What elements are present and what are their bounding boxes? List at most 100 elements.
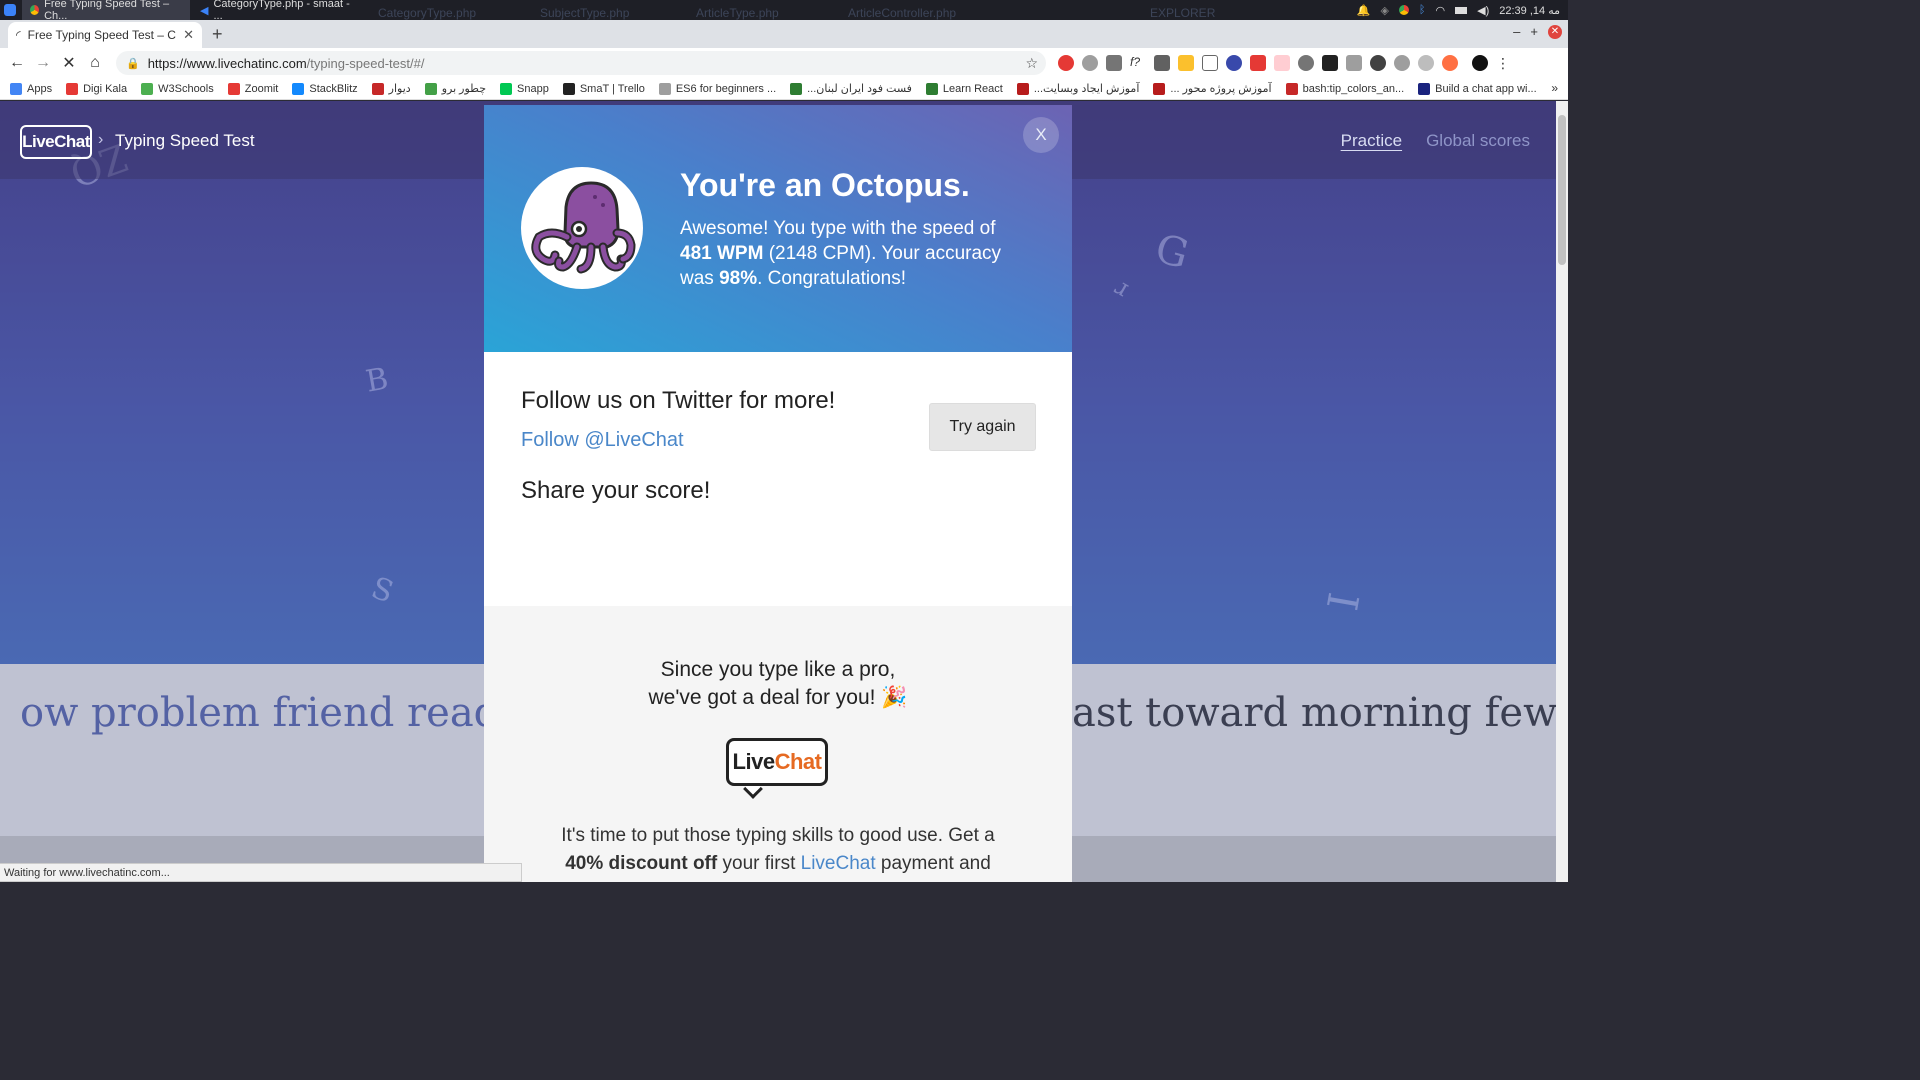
result-summary: Awesome! You type with the speed of 481 … (680, 216, 1030, 291)
close-tab-icon[interactable]: ✕ (183, 27, 194, 43)
extension-icon[interactable] (1154, 55, 1170, 71)
os-taskbar-tab-chrome[interactable]: Free Typing Speed Test – Ch... (22, 0, 190, 22)
browser-toolbar: ← → ✕ ⌂ 🔒 https://www.livechatinc.com/ty… (0, 48, 1568, 78)
bookmark-item[interactable]: W3Schools (141, 82, 214, 95)
bookmarks-overflow-icon[interactable]: » (1551, 81, 1558, 95)
youtube-extension-icon[interactable] (1250, 55, 1266, 71)
deal-headline-1: Since you type like a pro, (660, 658, 896, 681)
deal-logo-live: Live (732, 749, 776, 774)
extension-icon[interactable] (1106, 55, 1122, 71)
bookmark-item[interactable]: Digi Kala (66, 82, 128, 95)
deal-livechat-link[interactable]: LiveChat (801, 853, 876, 874)
chrome-tray-icon[interactable] (1398, 5, 1409, 15)
extension-icon[interactable] (1226, 55, 1242, 71)
floating-letter: I (1316, 589, 1368, 614)
bookmark-item[interactable]: Apps (10, 82, 52, 95)
bookmark-item[interactable]: چطور برو (424, 82, 486, 95)
os-menu-icon[interactable] (4, 4, 16, 16)
battery-icon[interactable] (1455, 6, 1468, 14)
floating-letter: ɹ (1109, 271, 1135, 303)
deal-headline-2: we've got a deal for you! 🎉 (648, 686, 908, 709)
bookmark-label: ES6 for beginners ... (675, 82, 777, 95)
profile-avatar-icon[interactable] (1472, 55, 1488, 71)
bookmark-item[interactable]: bash:tip_colors_an... (1285, 82, 1405, 95)
scrollbar-thumb[interactable] (1558, 115, 1566, 265)
extension-icon[interactable] (1082, 55, 1098, 71)
bookmark-favicon-icon (66, 82, 79, 95)
minimize-icon[interactable]: – (1513, 24, 1520, 39)
floating-letter: G (1150, 225, 1194, 279)
bookmark-star-icon[interactable]: ☆ (1025, 55, 1038, 72)
deal-discount: 40% discount off (565, 853, 718, 874)
address-bar[interactable]: 🔒 https://www.livechatinc.com/typing-spe… (116, 51, 1046, 75)
bluetooth-icon[interactable]: ᛒ (1419, 4, 1426, 16)
wifi-icon[interactable]: ◠ (1436, 4, 1446, 17)
result-header: X You're an Octopus. Awesome! You type w… (484, 105, 1072, 352)
bookmark-label: Zoomit (244, 82, 279, 95)
bookmark-favicon-icon (1285, 82, 1298, 95)
gear-extension-icon[interactable] (1298, 55, 1314, 71)
bookmark-item[interactable]: SmaT | Trello (562, 82, 645, 95)
ghost-label: EXPLORER (1150, 6, 1216, 20)
stop-icon[interactable]: ✕ (56, 53, 82, 73)
page-scrollbar[interactable] (1556, 101, 1568, 882)
try-again-button[interactable]: Try again (929, 403, 1036, 451)
notification-icon[interactable]: ◈ (1380, 4, 1388, 17)
bookmark-item[interactable]: StackBlitz (292, 82, 358, 95)
back-icon[interactable]: ← (4, 54, 30, 72)
site-title[interactable]: Typing Speed Test (115, 131, 255, 151)
os-taskbar-tab-label: CategoryType.php - smaat - ... (213, 0, 350, 22)
formula-extension-icon[interactable]: f? (1130, 55, 1146, 71)
bookmark-item[interactable]: ES6 for beginners ... (658, 82, 777, 95)
browser-tab-title: Free Typing Speed Test – Check (27, 28, 176, 42)
bookmark-item[interactable]: ... آموزش پروژه محور (1153, 82, 1272, 95)
bookmark-favicon-icon (500, 82, 513, 95)
volume-icon[interactable]: ◀) (1477, 4, 1489, 17)
nav-global-scores-link[interactable]: Global scores (1426, 131, 1530, 151)
extension-icon[interactable] (1442, 55, 1458, 71)
extension-icon[interactable] (1418, 55, 1434, 71)
bookmark-item[interactable]: ...آموزش ایجاد وبسایت (1016, 82, 1139, 95)
vue-extension-icon[interactable] (1346, 55, 1362, 71)
share-title: Share your score! (521, 477, 711, 504)
extension-icon[interactable] (1370, 55, 1386, 71)
deal-text-1: It's time to put those typing skills to … (561, 825, 995, 846)
maximize-icon[interactable]: + (1530, 24, 1538, 39)
extension-icon[interactable] (1394, 55, 1410, 71)
chrome-menu-icon[interactable]: ⋮ (1496, 55, 1510, 71)
octopus-avatar (521, 167, 643, 289)
extension-icon[interactable] (1202, 55, 1218, 71)
bookmark-item[interactable]: Zoomit (227, 82, 279, 95)
bookmark-favicon-icon (790, 82, 803, 95)
bookmark-label: SmaT | Trello (579, 82, 645, 95)
cpm-value: (2148 CPM). Your accuracy (768, 243, 1002, 264)
bookmark-item[interactable]: Learn React (925, 82, 1003, 95)
modal-close-button[interactable]: X (1023, 117, 1059, 153)
clock[interactable]: 22:39 ,14 مه (1499, 4, 1560, 17)
bookmark-item[interactable]: Snapp (500, 82, 549, 95)
opera-extension-icon[interactable] (1058, 55, 1074, 71)
new-tab-button[interactable]: + (212, 24, 223, 45)
bookmark-label: Learn React (942, 82, 1003, 95)
follow-twitter-link[interactable]: Follow @LiveChat (521, 429, 684, 452)
extension-icon[interactable] (1274, 55, 1290, 71)
bookmark-label: bash:tip_colors_an... (1302, 82, 1405, 95)
bookmark-label: دیوار (388, 83, 411, 95)
os-taskbar-tab-vscode[interactable]: ◀ CategoryType.php - smaat - ... (192, 0, 362, 22)
result-intro: Awesome! You type with the speed of (680, 218, 996, 239)
home-icon[interactable]: ⌂ (82, 54, 108, 72)
browser-tab[interactable]: ◜ Free Typing Speed Test – Check ✕ (8, 22, 202, 48)
bookmark-item[interactable]: ...فست فود ایران لبنان (790, 82, 912, 95)
bookmark-item[interactable]: Build a chat app wi... (1418, 82, 1537, 95)
forward-icon[interactable]: → (30, 54, 56, 72)
window-controls: – + ✕ (1513, 24, 1562, 39)
bell-icon[interactable]: 🔔 (1357, 4, 1371, 17)
lock-icon[interactable]: 🔒 (126, 57, 140, 70)
window-close-icon[interactable]: ✕ (1548, 24, 1562, 39)
bookmark-label: Digi Kala (83, 82, 128, 95)
bookmark-item[interactable]: دیوار (371, 82, 411, 95)
extension-icon[interactable] (1322, 55, 1338, 71)
livechat-logo[interactable]: LiveChat (20, 125, 92, 159)
nav-practice-link[interactable]: Practice (1341, 131, 1402, 151)
extension-icon[interactable] (1178, 55, 1194, 71)
